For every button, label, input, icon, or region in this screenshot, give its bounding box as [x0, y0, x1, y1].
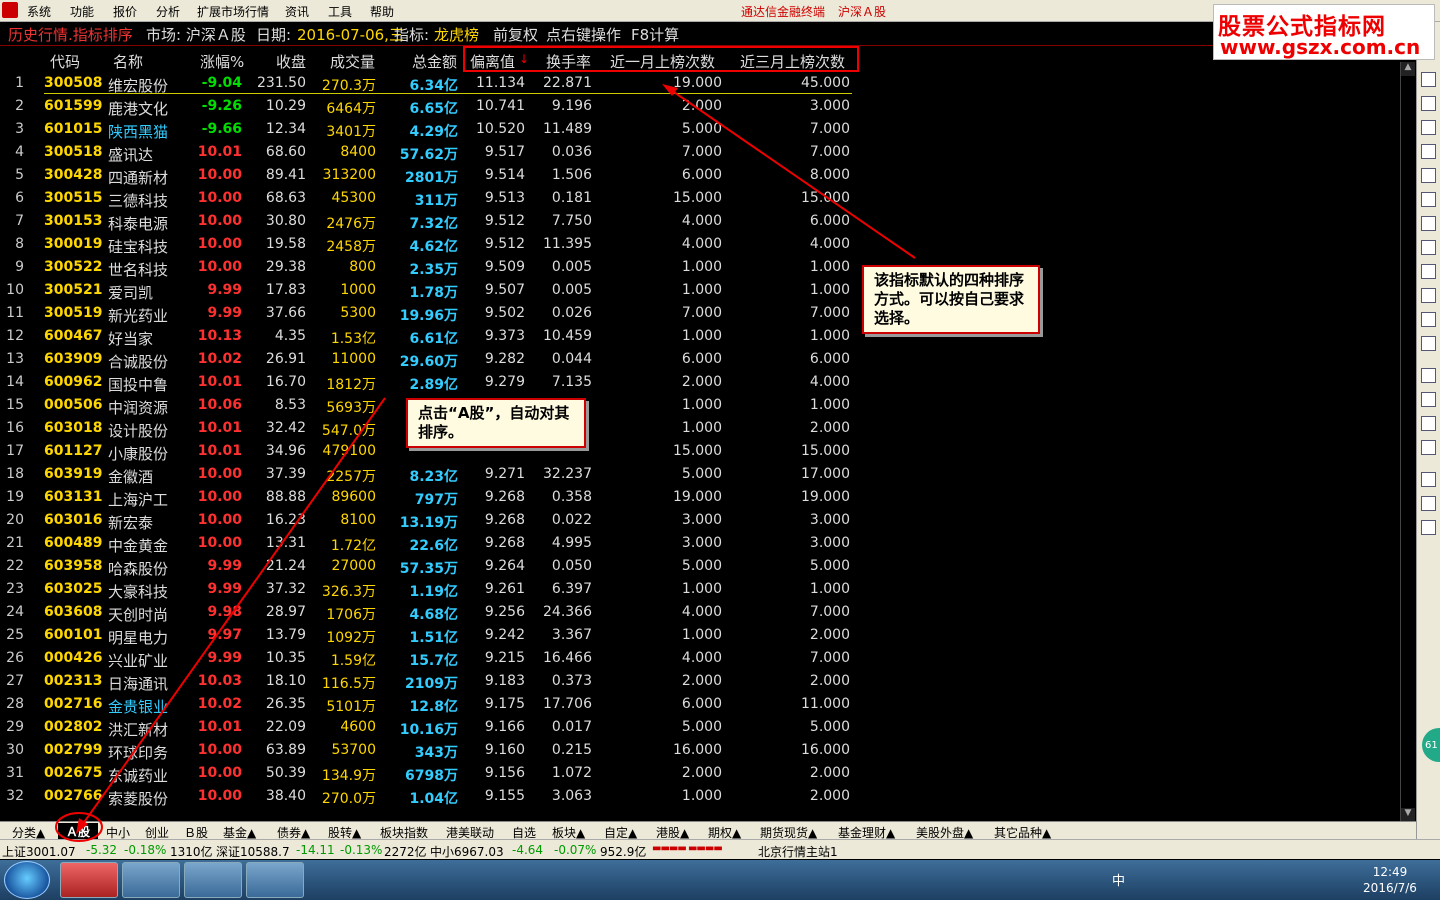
- callout-sort-note: 该指标默认的四种排序方式。可以按自己要求选择。: [862, 265, 1040, 334]
- arrow-line-ashare: [79, 397, 386, 829]
- watermark: 股票公式指标网 www.gszx.com.cn: [1213, 4, 1435, 60]
- annotation-overlay: [55, 84, 916, 842]
- callout-ashare-note: 点击“A股”，自动对其排序。: [406, 398, 586, 448]
- arrow-line-sort: [667, 87, 916, 259]
- watermark-url: www.gszx.com.cn: [1220, 35, 1421, 59]
